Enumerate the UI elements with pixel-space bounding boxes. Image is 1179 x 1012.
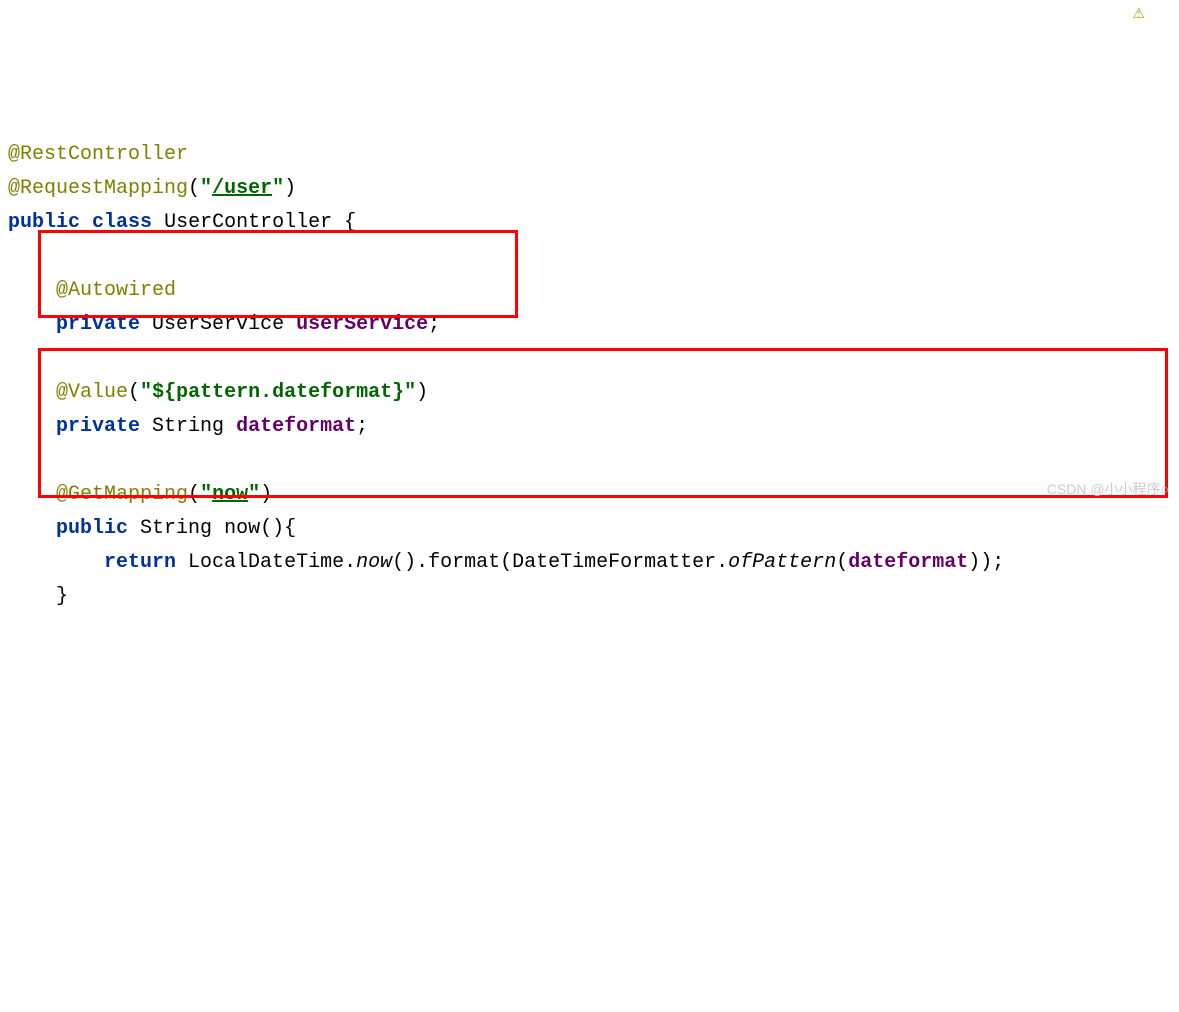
- annotation-autowired: @Autowired: [56, 279, 176, 302]
- paren: (: [836, 551, 848, 574]
- keyword-public: public: [8, 211, 80, 234]
- annotation-requestmapping: @RequestMapping: [8, 177, 188, 200]
- dot: .: [344, 551, 356, 574]
- string-value: ${pattern.dateformat}: [152, 381, 404, 404]
- method-now: now: [224, 517, 260, 540]
- method-now-static: now: [356, 551, 392, 574]
- paren: ): [284, 177, 296, 200]
- string-quote: ": [404, 381, 416, 404]
- type-userservice: UserService: [152, 313, 284, 336]
- string-quote: ": [140, 381, 152, 404]
- annotation-value: @Value: [56, 381, 128, 404]
- paren: ): [260, 483, 272, 506]
- call-end: ));: [968, 551, 1004, 574]
- keyword-public: public: [56, 517, 128, 540]
- watermark-text: CSDN @小小程序○: [1047, 478, 1169, 502]
- string-quote: ": [248, 483, 260, 506]
- field-userservice: userService: [296, 313, 428, 336]
- class-name: UserController: [164, 211, 332, 234]
- method-rest: (){: [260, 517, 296, 540]
- paren: ): [416, 381, 428, 404]
- paren: (: [128, 381, 140, 404]
- field-dateformat-ref: dateformat: [848, 551, 968, 574]
- semi: ;: [428, 313, 440, 336]
- type-string: String: [140, 517, 212, 540]
- keyword-private: private: [56, 415, 140, 438]
- annotation-getmapping: @GetMapping: [56, 483, 188, 506]
- call-chain: ().format(DateTimeFormatter.: [392, 551, 728, 574]
- keyword-return: return: [104, 551, 176, 574]
- string-now: now: [212, 483, 248, 506]
- type-string: String: [152, 415, 224, 438]
- code-editor[interactable]: @RestController @RequestMapping("/user")…: [8, 138, 1171, 614]
- brace: {: [332, 211, 356, 234]
- semi: ;: [356, 415, 368, 438]
- string-path: /user: [212, 177, 272, 200]
- field-dateformat: dateformat: [236, 415, 356, 438]
- warning-icon[interactable]: ⚠: [1132, 4, 1145, 28]
- keyword-class: class: [92, 211, 152, 234]
- string-quote: ": [200, 483, 212, 506]
- paren: (: [188, 483, 200, 506]
- brace-close: }: [56, 585, 68, 608]
- class-localdatetime: LocalDateTime: [188, 551, 344, 574]
- paren: (: [188, 177, 200, 200]
- method-ofpattern: ofPattern: [728, 551, 836, 574]
- annotation-restcontroller: @RestController: [8, 143, 188, 166]
- keyword-private: private: [56, 313, 140, 336]
- string-quote: ": [200, 177, 212, 200]
- string-quote: ": [272, 177, 284, 200]
